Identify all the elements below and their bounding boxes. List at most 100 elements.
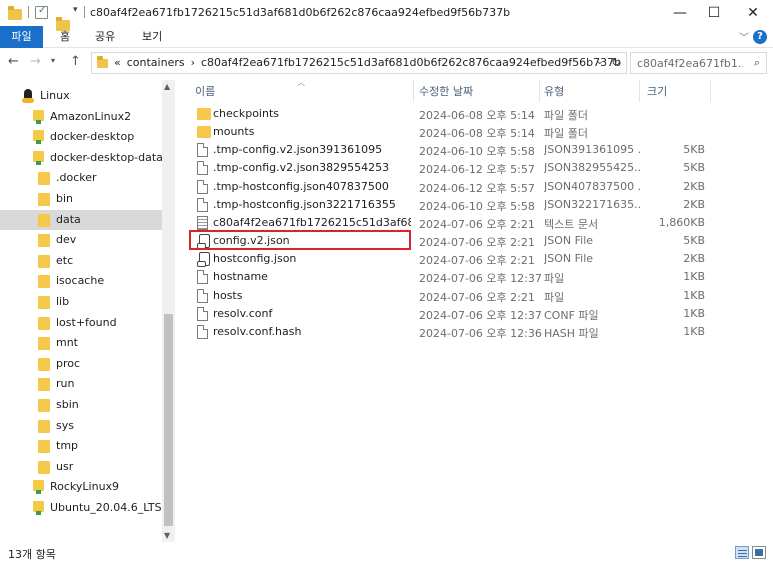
- column-divider[interactable]: [639, 80, 640, 102]
- breadcrumb-containers[interactable]: containers: [127, 56, 185, 69]
- sidebar-item-ubuntu-20-04-6-lts[interactable]: Ubuntu_20.04.6_LTS: [0, 498, 162, 518]
- file-row[interactable]: hostconfig.json 2024-07-06 오후 2:21 JSON Fi…: [193, 250, 713, 268]
- sidebar-item-dev[interactable]: dev: [0, 230, 162, 250]
- sidebar-item-docker-desktop[interactable]: docker-desktop: [0, 127, 162, 147]
- file-row[interactable]: resolv.conf 2024-07-06 오후 12:37 CONF 파일 1KB: [193, 305, 713, 323]
- sidebar-item-data[interactable]: data: [0, 209, 162, 230]
- file-row[interactable]: .tmp-hostconfig.json3221716355 2024-06-10…: [193, 196, 713, 214]
- sidebar-item-lost-found[interactable]: lost+found: [0, 313, 162, 333]
- tab-view[interactable]: 보기: [142, 26, 162, 48]
- scrollbar-thumb[interactable]: [164, 314, 173, 526]
- file-row[interactable]: resolv.conf.hash 2024-07-06 오후 12:36 HASH …: [193, 323, 713, 341]
- column-date[interactable]: 수정한 날짜: [419, 83, 473, 99]
- sidebar-item-docker-desktop-data[interactable]: docker-desktop-data: [0, 148, 163, 168]
- sidebar-item-sbin[interactable]: sbin: [0, 395, 162, 415]
- file-row[interactable]: mounts 2024-06-08 오후 5:14 파일 폴더: [193, 123, 713, 141]
- sidebar-item-isocache[interactable]: isocache: [0, 271, 162, 291]
- file-row[interactable]: hosts 2024-07-06 오후 2:21 파일 1KB: [193, 287, 713, 305]
- sidebar-item-docker[interactable]: .docker: [0, 168, 162, 188]
- file-row[interactable]: .tmp-hostconfig.json407837500 2024-06-12 …: [193, 178, 713, 196]
- breadcrumb-container-id[interactable]: c80af4f2ea671fb1726215c51d3af681d0b6f262…: [201, 56, 621, 69]
- file-name: .tmp-hostconfig.json407837500: [213, 179, 389, 193]
- properties-icon[interactable]: ✓: [35, 5, 48, 19]
- search-box[interactable]: c80af4f2ea671fb1... ⌕: [630, 52, 767, 74]
- file-size: 2KB: [683, 252, 705, 266]
- sidebar-item-label: docker-desktop: [50, 130, 135, 144]
- sidebar-item-rockylinux9[interactable]: RockyLinux9: [0, 477, 162, 497]
- file-size: 1KB: [683, 288, 705, 302]
- file-icon: [197, 161, 208, 176]
- sidebar-item-linux[interactable]: Linux: [0, 86, 162, 106]
- folder-icon: [38, 171, 50, 186]
- column-name[interactable]: 이름: [195, 83, 215, 99]
- maximize-button[interactable]: ☐: [694, 0, 734, 26]
- help-icon[interactable]: ?: [753, 30, 767, 44]
- column-type[interactable]: 유형: [544, 83, 564, 99]
- address-bar[interactable]: « containers › c80af4f2ea671fb1726215c51d3a…: [91, 52, 627, 74]
- column-divider[interactable]: [539, 80, 540, 102]
- chevron-down-icon[interactable]: ⌄: [596, 56, 604, 67]
- navigation-scrollbar[interactable]: ▲ ▼: [162, 80, 175, 542]
- folder-icon: [38, 192, 50, 206]
- breadcrumb-overflow[interactable]: «: [114, 56, 121, 69]
- ribbon-tabs: 파일 홈 공유 보기 ﹀ ?: [0, 26, 773, 48]
- search-input[interactable]: c80af4f2ea671fb1...: [637, 57, 743, 70]
- file-date: 2024-06-08 오후 5:14: [419, 109, 535, 122]
- forward-arrow-icon[interactable]: →: [30, 54, 41, 69]
- back-arrow-icon[interactable]: ←: [8, 54, 19, 69]
- file-name: resolv.conf: [213, 306, 273, 320]
- file-date: 2024-07-06 오후 12:36: [419, 326, 542, 340]
- scroll-up-icon[interactable]: ▲: [164, 82, 170, 91]
- column-divider[interactable]: [413, 80, 414, 102]
- recent-locations-icon[interactable]: ▾: [51, 56, 55, 65]
- navigation-bar: ← → ▾ ↑ « containers › c80af4f2ea671fb17262…: [0, 50, 773, 76]
- tab-file[interactable]: 파일: [0, 26, 43, 48]
- sidebar-item-proc[interactable]: proc: [0, 354, 162, 374]
- details-view-icon[interactable]: [735, 546, 749, 559]
- file-icon: [197, 197, 208, 212]
- file-date: 2024-07-06 오후 2:21: [419, 254, 535, 268]
- sidebar-item-bin[interactable]: bin: [0, 189, 162, 209]
- file-row[interactable]: hostname 2024-07-06 오후 12:37 파일 1KB: [193, 268, 713, 286]
- sidebar-item-label: lost+found: [56, 315, 117, 329]
- close-button[interactable]: ✕: [733, 0, 773, 26]
- file-date: 2024-07-06 오후 2:21: [419, 236, 535, 250]
- tab-home[interactable]: 홈: [60, 26, 70, 48]
- file-size: 1,860KB: [658, 215, 705, 229]
- text-document-icon: [197, 215, 208, 230]
- sidebar-item-sys[interactable]: sys: [0, 416, 162, 436]
- status-bar: 13개 항목: [0, 542, 773, 564]
- file-icon: [197, 324, 208, 339]
- linux-icon: [22, 89, 34, 103]
- file-type: 텍스트 문서: [544, 217, 599, 231]
- file-row[interactable]: .tmp-config.v2.json391361095 2024-06-10 오…: [193, 141, 713, 159]
- file-date: 2024-07-06 오후 12:37: [419, 272, 542, 286]
- divider: [28, 6, 29, 18]
- breadcrumb-separator[interactable]: ›: [191, 56, 195, 69]
- file-date: 2024-06-12 오후 5:57: [419, 163, 535, 177]
- file-row[interactable]: .tmp-config.v2.json3829554253 2024-06-12 …: [193, 159, 713, 177]
- file-type: 파일: [544, 290, 565, 304]
- sidebar-item-tmp[interactable]: tmp: [0, 436, 162, 456]
- sidebar-item-label: docker-desktop-data: [50, 150, 163, 164]
- large-icons-view-icon[interactable]: [752, 546, 766, 559]
- column-size[interactable]: 크기: [647, 83, 667, 99]
- up-arrow-icon[interactable]: ↑: [70, 54, 81, 69]
- distro-icon: [33, 130, 44, 145]
- scroll-down-icon[interactable]: ▼: [164, 531, 170, 540]
- sidebar-item-mnt[interactable]: mnt: [0, 333, 162, 353]
- sidebar-item-etc[interactable]: etc: [0, 251, 162, 271]
- refresh-icon[interactable]: ↻: [611, 55, 621, 69]
- tab-share[interactable]: 공유: [95, 26, 115, 48]
- column-divider[interactable]: [710, 80, 711, 102]
- sidebar-item-amazonlinux2[interactable]: AmazonLinux2: [0, 107, 162, 127]
- sidebar-item-usr[interactable]: usr: [0, 457, 162, 477]
- folder-icon: [38, 398, 50, 412]
- sort-ascending-icon: ︿: [297, 78, 305, 87]
- sidebar-item-run[interactable]: run: [0, 374, 162, 394]
- customize-quick-access-icon[interactable]: ▾: [73, 5, 78, 15]
- sidebar-item-lib[interactable]: lib: [0, 292, 162, 312]
- file-row[interactable]: checkpoints 2024-06-08 오후 5:14 파일 폴더: [193, 105, 713, 123]
- search-icon[interactable]: ⌕: [754, 56, 760, 70]
- expand-ribbon-icon[interactable]: ﹀: [739, 29, 749, 44]
